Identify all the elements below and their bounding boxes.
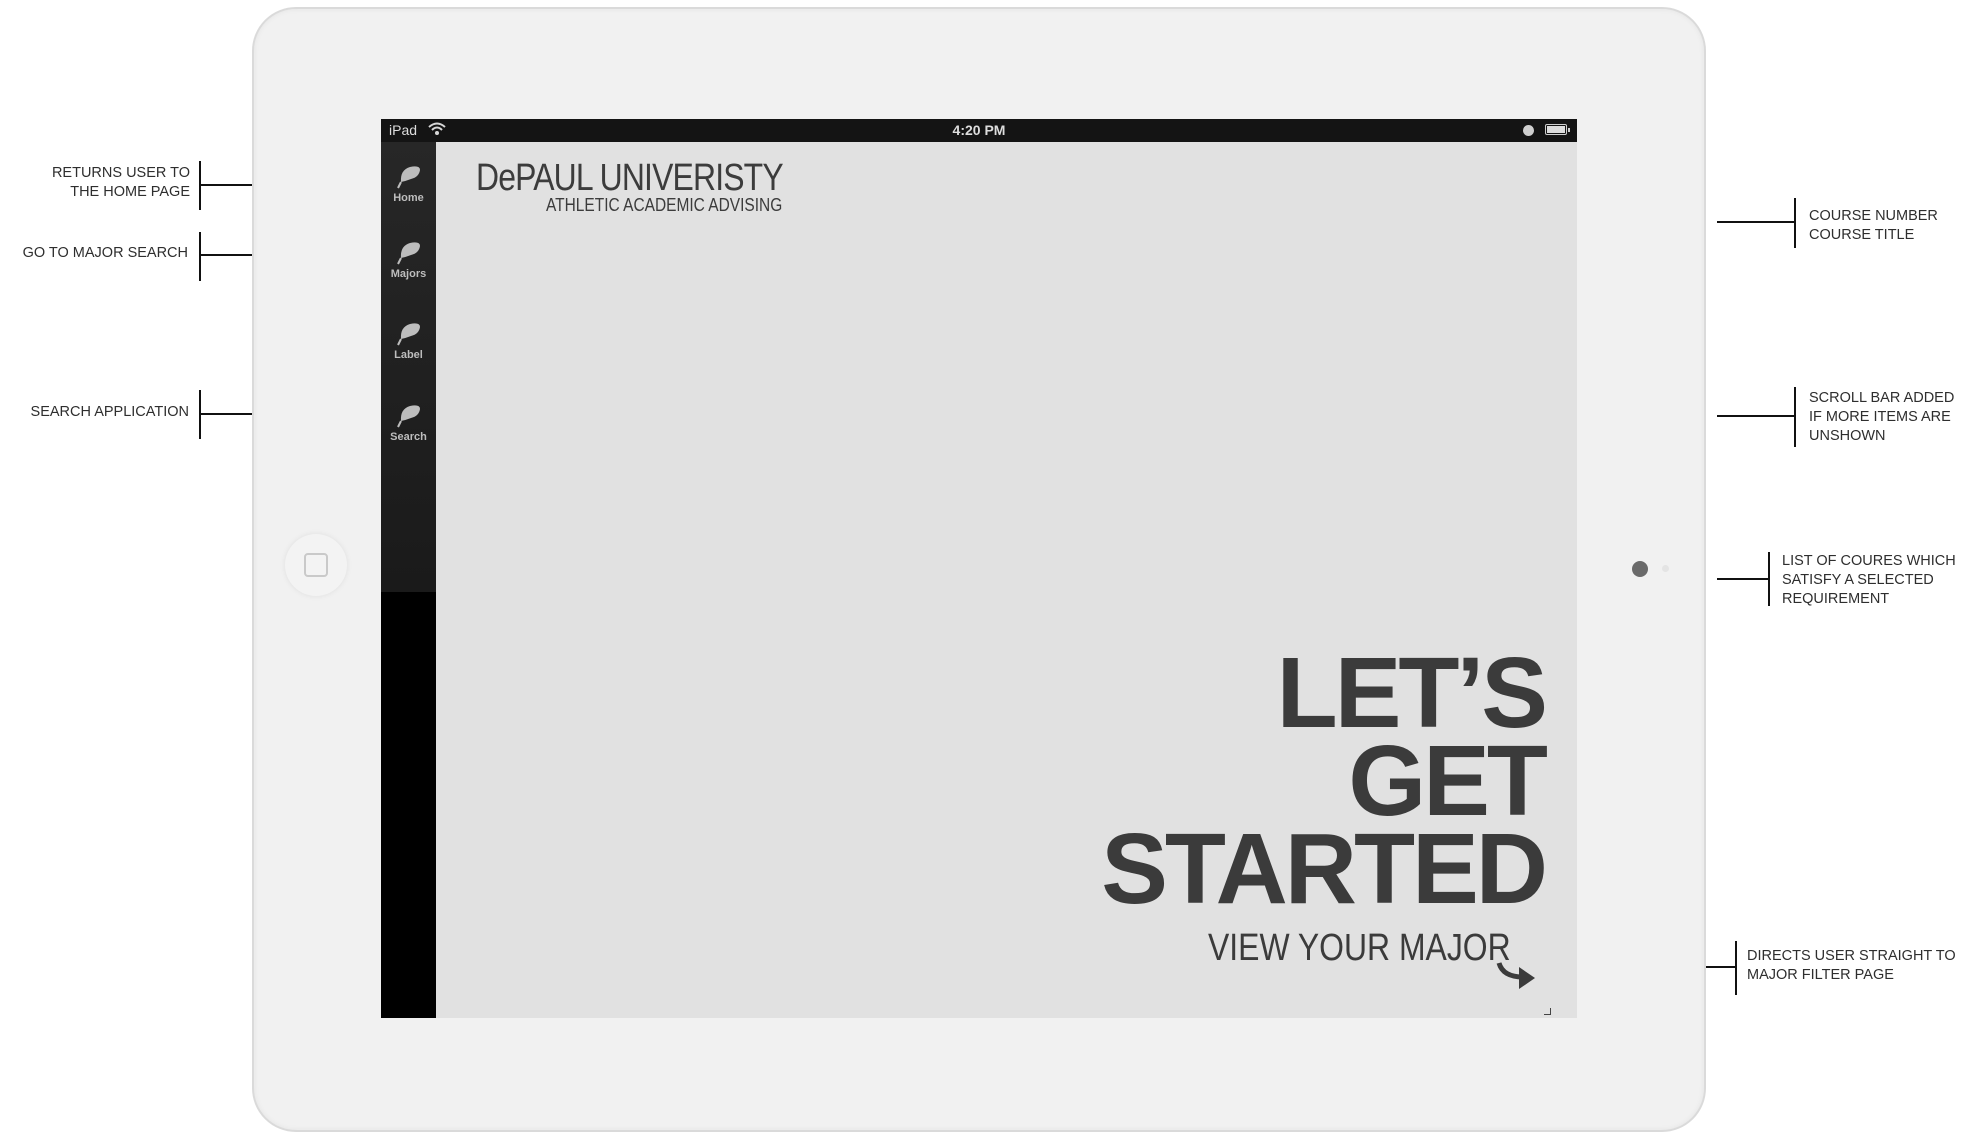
brand-subtitle: ATHLETIC ACADEMIC ADVISING: [546, 195, 783, 215]
annotation-course: COURSE NUMBER COURSE TITLE: [1809, 208, 1938, 243]
annotation-course-leader: [1717, 221, 1795, 223]
sidebar-item-majors[interactable]: Majors: [381, 228, 436, 298]
annotation-search: SEARCH APPLICATION: [30, 404, 189, 420]
sidebar: Home Majors Label Search: [381, 142, 436, 1018]
sidebar-item-label[interactable]: Label: [381, 309, 436, 379]
sidebar-item-home[interactable]: Home: [381, 152, 436, 222]
annotation-scroll-leader: [1717, 415, 1795, 417]
annotation-majors-bracket-left: [199, 232, 201, 281]
annotation-directs-bracket-right: [1735, 941, 1737, 995]
home-nav-icon: [396, 166, 420, 189]
brand-title: DePAUL UNIVERISTY: [476, 157, 784, 199]
annotation-list-bracket: [1768, 552, 1770, 606]
sidebar-item-search[interactable]: Search: [381, 391, 436, 461]
majors-nav-icon: [396, 242, 420, 265]
device-home-button[interactable]: [285, 534, 347, 596]
sidebar-item-label-text: Label: [394, 349, 423, 361]
hero-line-2: GET: [1348, 725, 1548, 837]
arrow-right-icon[interactable]: [1495, 959, 1539, 995]
annotation-list-leader: [1717, 578, 1769, 580]
hero-line-3: STARTED: [1101, 813, 1548, 925]
battery-icon: [1545, 124, 1570, 135]
camera-icon: [1632, 561, 1648, 577]
label-nav-icon: [396, 323, 420, 346]
alarm-icon: [1523, 125, 1534, 136]
corner-mark: [1544, 1008, 1551, 1015]
hero-heading: LET’S GET STARTED: [1101, 637, 1548, 925]
status-bar: iPad 4:20 PM: [381, 119, 1577, 142]
annotation-directs: DIRECTS USER STRAIGHT TO MAJOR FILTER PA…: [1747, 948, 1956, 983]
app-screen: iPad 4:20 PM Home Majors Label Search De…: [381, 119, 1577, 1018]
sidebar-item-label: Home: [393, 192, 424, 204]
annotation-home: RETURNS USER TO THE HOME PAGE: [51, 165, 190, 200]
annotation-course-bracket: [1794, 198, 1796, 248]
hero-line-1: LET’S: [1276, 637, 1548, 749]
sidebar-item-label: Majors: [390, 268, 427, 280]
home-square-icon: [304, 553, 328, 577]
search-nav-icon: [396, 405, 420, 428]
annotation-majors: GO TO MAJOR SEARCH: [22, 245, 188, 261]
annotation-list: LIST OF COURES WHICH SATISFY A SELECTED …: [1782, 553, 1956, 607]
view-major-link[interactable]: VIEW YOUR MAJOR: [1208, 927, 1511, 970]
annotation-scroll-bracket: [1794, 387, 1796, 447]
sidebar-item-label: Search: [390, 431, 427, 443]
status-time: 4:20 PM: [952, 122, 1006, 138]
annotation-scroll: SCROLL BAR ADDED IF MORE ITEMS ARE UNSHO…: [1809, 390, 1955, 444]
sensor-icon: [1662, 565, 1669, 572]
